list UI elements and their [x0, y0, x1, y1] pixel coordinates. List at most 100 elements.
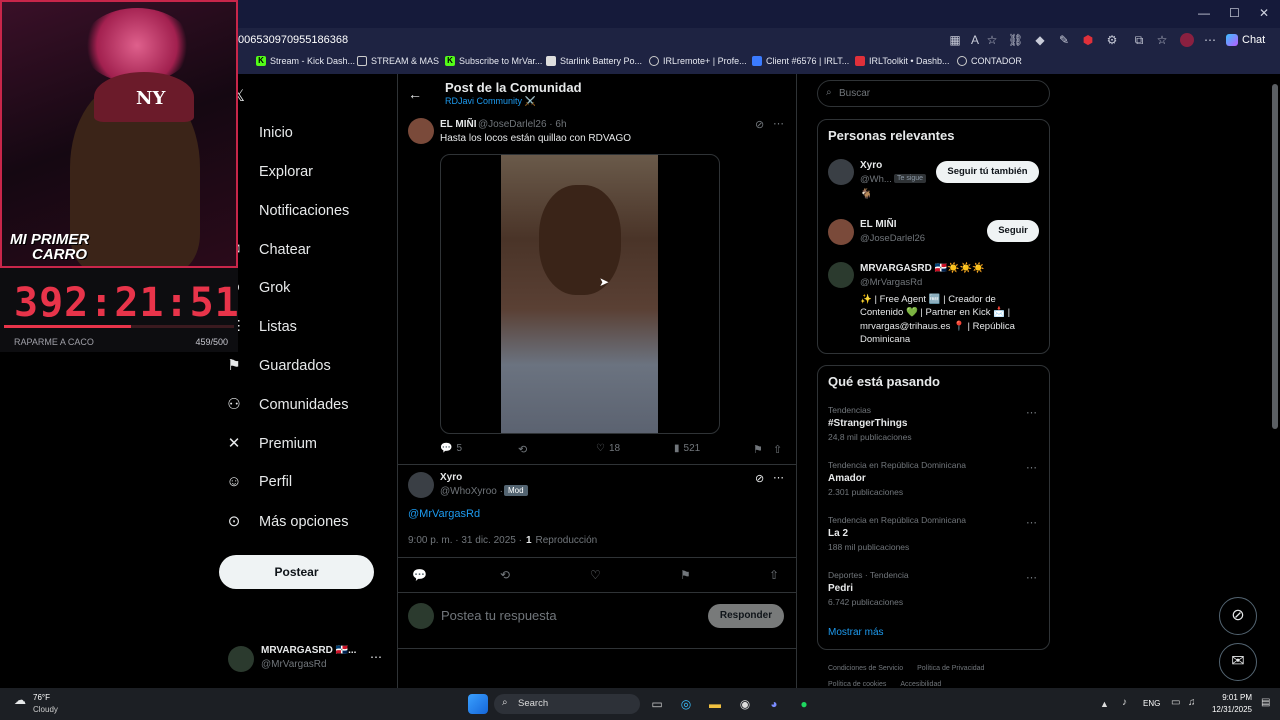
nav-explorar[interactable]: ⌕Explorar	[225, 157, 313, 187]
share-action-icon[interactable]: ⇧	[769, 568, 779, 582]
person-name[interactable]: EL MIÑI	[860, 219, 896, 230]
edge-icon[interactable]: ◎	[676, 694, 696, 714]
messages-floating-button[interactable]: ✉	[1219, 643, 1257, 681]
extension-shield-icon[interactable]: ⬢	[1081, 33, 1095, 47]
volume-icon[interactable]: ♫	[1188, 697, 1196, 708]
main-author-name[interactable]: Xyro	[440, 472, 462, 483]
reply-input[interactable]: Postea tu respuesta	[441, 608, 557, 623]
video-player[interactable]	[440, 154, 720, 434]
close-icon[interactable]: ✕	[1259, 6, 1269, 20]
community-link[interactable]: RDJavi Community ⚔️	[445, 96, 536, 107]
nav-mas-opciones[interactable]: ⊙ Más opciones	[225, 507, 349, 537]
language-indicator[interactable]: ENG	[1143, 699, 1160, 708]
reply-count[interactable]: 💬 5	[440, 443, 462, 454]
like-count[interactable]: ♡ 18	[596, 443, 620, 454]
show-more-link[interactable]: Mostrar más	[828, 627, 884, 638]
windows-start-icon[interactable]	[468, 694, 488, 714]
obs-icon[interactable]: ◉	[735, 694, 755, 714]
read-aloud-icon[interactable]: A	[968, 33, 982, 47]
repost-icon[interactable]: ⟲	[518, 443, 527, 456]
trend-item[interactable]: Tendencias #StrangerThings 24,8 mil publ…	[828, 405, 912, 442]
nav-guardados[interactable]: ⚑ Guardados	[225, 351, 330, 381]
trend-item[interactable]: Tendencia en República Dominicana La 2 1…	[828, 515, 966, 552]
bookmark-client[interactable]: Client #6576 | IRLT...	[752, 56, 849, 66]
footer-link[interactable]: Accesibilidad	[900, 681, 941, 688]
discord-icon[interactable]: ◕	[764, 694, 784, 714]
bookmark-kick-dash[interactable]: K Stream - Kick Dash...	[256, 56, 355, 66]
weather-desc[interactable]: Cloudy	[33, 705, 58, 714]
apps-icon[interactable]: ▦	[948, 33, 962, 47]
grok-post-icon[interactable]: ⊘	[755, 118, 764, 131]
bookmark-stream-mas[interactable]: STREAM & MAS	[357, 56, 439, 66]
trend-more-icon[interactable]: ⋯	[1026, 406, 1037, 419]
profile-avatar-icon[interactable]	[1180, 33, 1194, 47]
main-author-avatar[interactable]	[408, 472, 434, 498]
like-action-icon[interactable]: ♡	[590, 568, 601, 582]
favorite-star-icon[interactable]: ☆	[985, 33, 999, 47]
minimize-icon[interactable]: —	[1198, 6, 1210, 20]
main-post-more-icon[interactable]: ⋯	[773, 471, 784, 484]
tray-chevron-icon[interactable]: ▲	[1100, 699, 1109, 709]
bookmark-irlremote[interactable]: IRLremote+ | Profe...	[649, 56, 747, 66]
view-count[interactable]: ▮ 521	[674, 443, 700, 454]
nav-notificaciones[interactable]: ♫Notificaciones	[225, 196, 349, 226]
footer-link[interactable]: Política de cookies	[828, 681, 886, 688]
notifications-icon[interactable]: ▤	[1261, 697, 1270, 708]
weather-temp[interactable]: 76°F	[33, 693, 50, 702]
bookmark-irltoolkit[interactable]: IRLToolkit • Dashb...	[855, 56, 950, 66]
footer-link[interactable]: Política de Privacidad	[917, 665, 984, 672]
person-name[interactable]: MRVARGASRD 🇩🇴☀️☀️☀️	[860, 263, 984, 274]
extensions-puzzle-icon[interactable]: ⚙	[1105, 33, 1119, 47]
person-name[interactable]: Xyro	[860, 160, 882, 171]
account-avatar[interactable]	[228, 646, 254, 672]
extension-diamond-icon[interactable]: ◆	[1033, 33, 1047, 47]
extension-pen-icon[interactable]: ✎	[1057, 33, 1071, 47]
search-input[interactable]: Buscar	[839, 88, 870, 99]
bookmark-action-icon[interactable]: ⚑	[680, 568, 691, 582]
url-text[interactable]: 006530970955186368	[238, 34, 348, 46]
clock-date[interactable]: 12/31/2025	[1202, 705, 1252, 714]
split-screen-icon[interactable]: ⧉	[1132, 33, 1146, 47]
follow-button[interactable]: Seguir	[987, 220, 1039, 242]
bookmark-contador[interactable]: CONTADOR	[957, 56, 1022, 66]
trend-more-icon[interactable]: ⋯	[1026, 516, 1037, 529]
more-menu-icon[interactable]: ⋯	[1203, 33, 1217, 47]
nav-comunidades[interactable]: ⚇ Comunidades	[225, 390, 348, 420]
share-icon[interactable]: ⇧	[773, 443, 782, 456]
nav-premium[interactable]: ✕ Premium	[225, 429, 317, 459]
task-view-icon[interactable]: ▭	[647, 694, 667, 714]
back-arrow-icon[interactable]: ←	[408, 86, 422, 102]
bookmark-starlink[interactable]: Starlink Battery Po...	[546, 56, 642, 66]
microphone-icon[interactable]: ♪	[1122, 697, 1127, 708]
bookmark-subscribe[interactable]: K Subscribe to MrVar...	[445, 56, 542, 66]
taskbar-search[interactable]: Search	[494, 694, 640, 714]
person-avatar[interactable]	[828, 262, 854, 288]
reply-action-icon[interactable]: 💬	[412, 568, 427, 582]
grok-post-icon-2[interactable]: ⊘	[755, 472, 764, 485]
clock-time[interactable]: 9:01 PM	[1210, 693, 1252, 702]
grok-floating-button[interactable]: ⊘	[1219, 597, 1257, 635]
scrollbar-thumb[interactable]	[1272, 84, 1278, 429]
footer-link[interactable]: Condiciones de Servicio	[828, 665, 903, 672]
file-explorer-icon[interactable]: ▬	[705, 694, 725, 714]
follow-back-button[interactable]: Seguir tú también	[936, 161, 1039, 183]
maximize-icon[interactable]: ☐	[1229, 6, 1240, 20]
post-more-icon[interactable]: ⋯	[773, 117, 784, 130]
trend-item[interactable]: Tendencia en República Dominicana Amador…	[828, 460, 966, 497]
nav-perfil[interactable]: ☺ Perfil	[225, 467, 292, 497]
quoted-author-avatar[interactable]	[408, 118, 434, 144]
reply-button[interactable]: Responder	[708, 604, 784, 628]
extension-icon[interactable]: ⛓	[1008, 33, 1023, 47]
person-avatar[interactable]	[828, 159, 854, 185]
quoted-author-name[interactable]: EL MIÑI	[440, 119, 476, 130]
post-button[interactable]: Postear	[219, 555, 374, 589]
copilot-chat-button[interactable]: Chat	[1226, 31, 1272, 49]
trend-more-icon[interactable]: ⋯	[1026, 571, 1037, 584]
bookmark-post-icon[interactable]: ⚑	[753, 443, 763, 456]
repost-action-icon[interactable]: ⟲	[500, 568, 510, 582]
trend-item[interactable]: Deportes · Tendencia Pedri 6.742 publica…	[828, 570, 909, 607]
trend-more-icon[interactable]: ⋯	[1026, 461, 1037, 474]
person-avatar[interactable]	[828, 219, 854, 245]
account-menu-icon[interactable]: ⋯	[370, 650, 382, 664]
collections-icon[interactable]: ☆	[1155, 33, 1169, 47]
